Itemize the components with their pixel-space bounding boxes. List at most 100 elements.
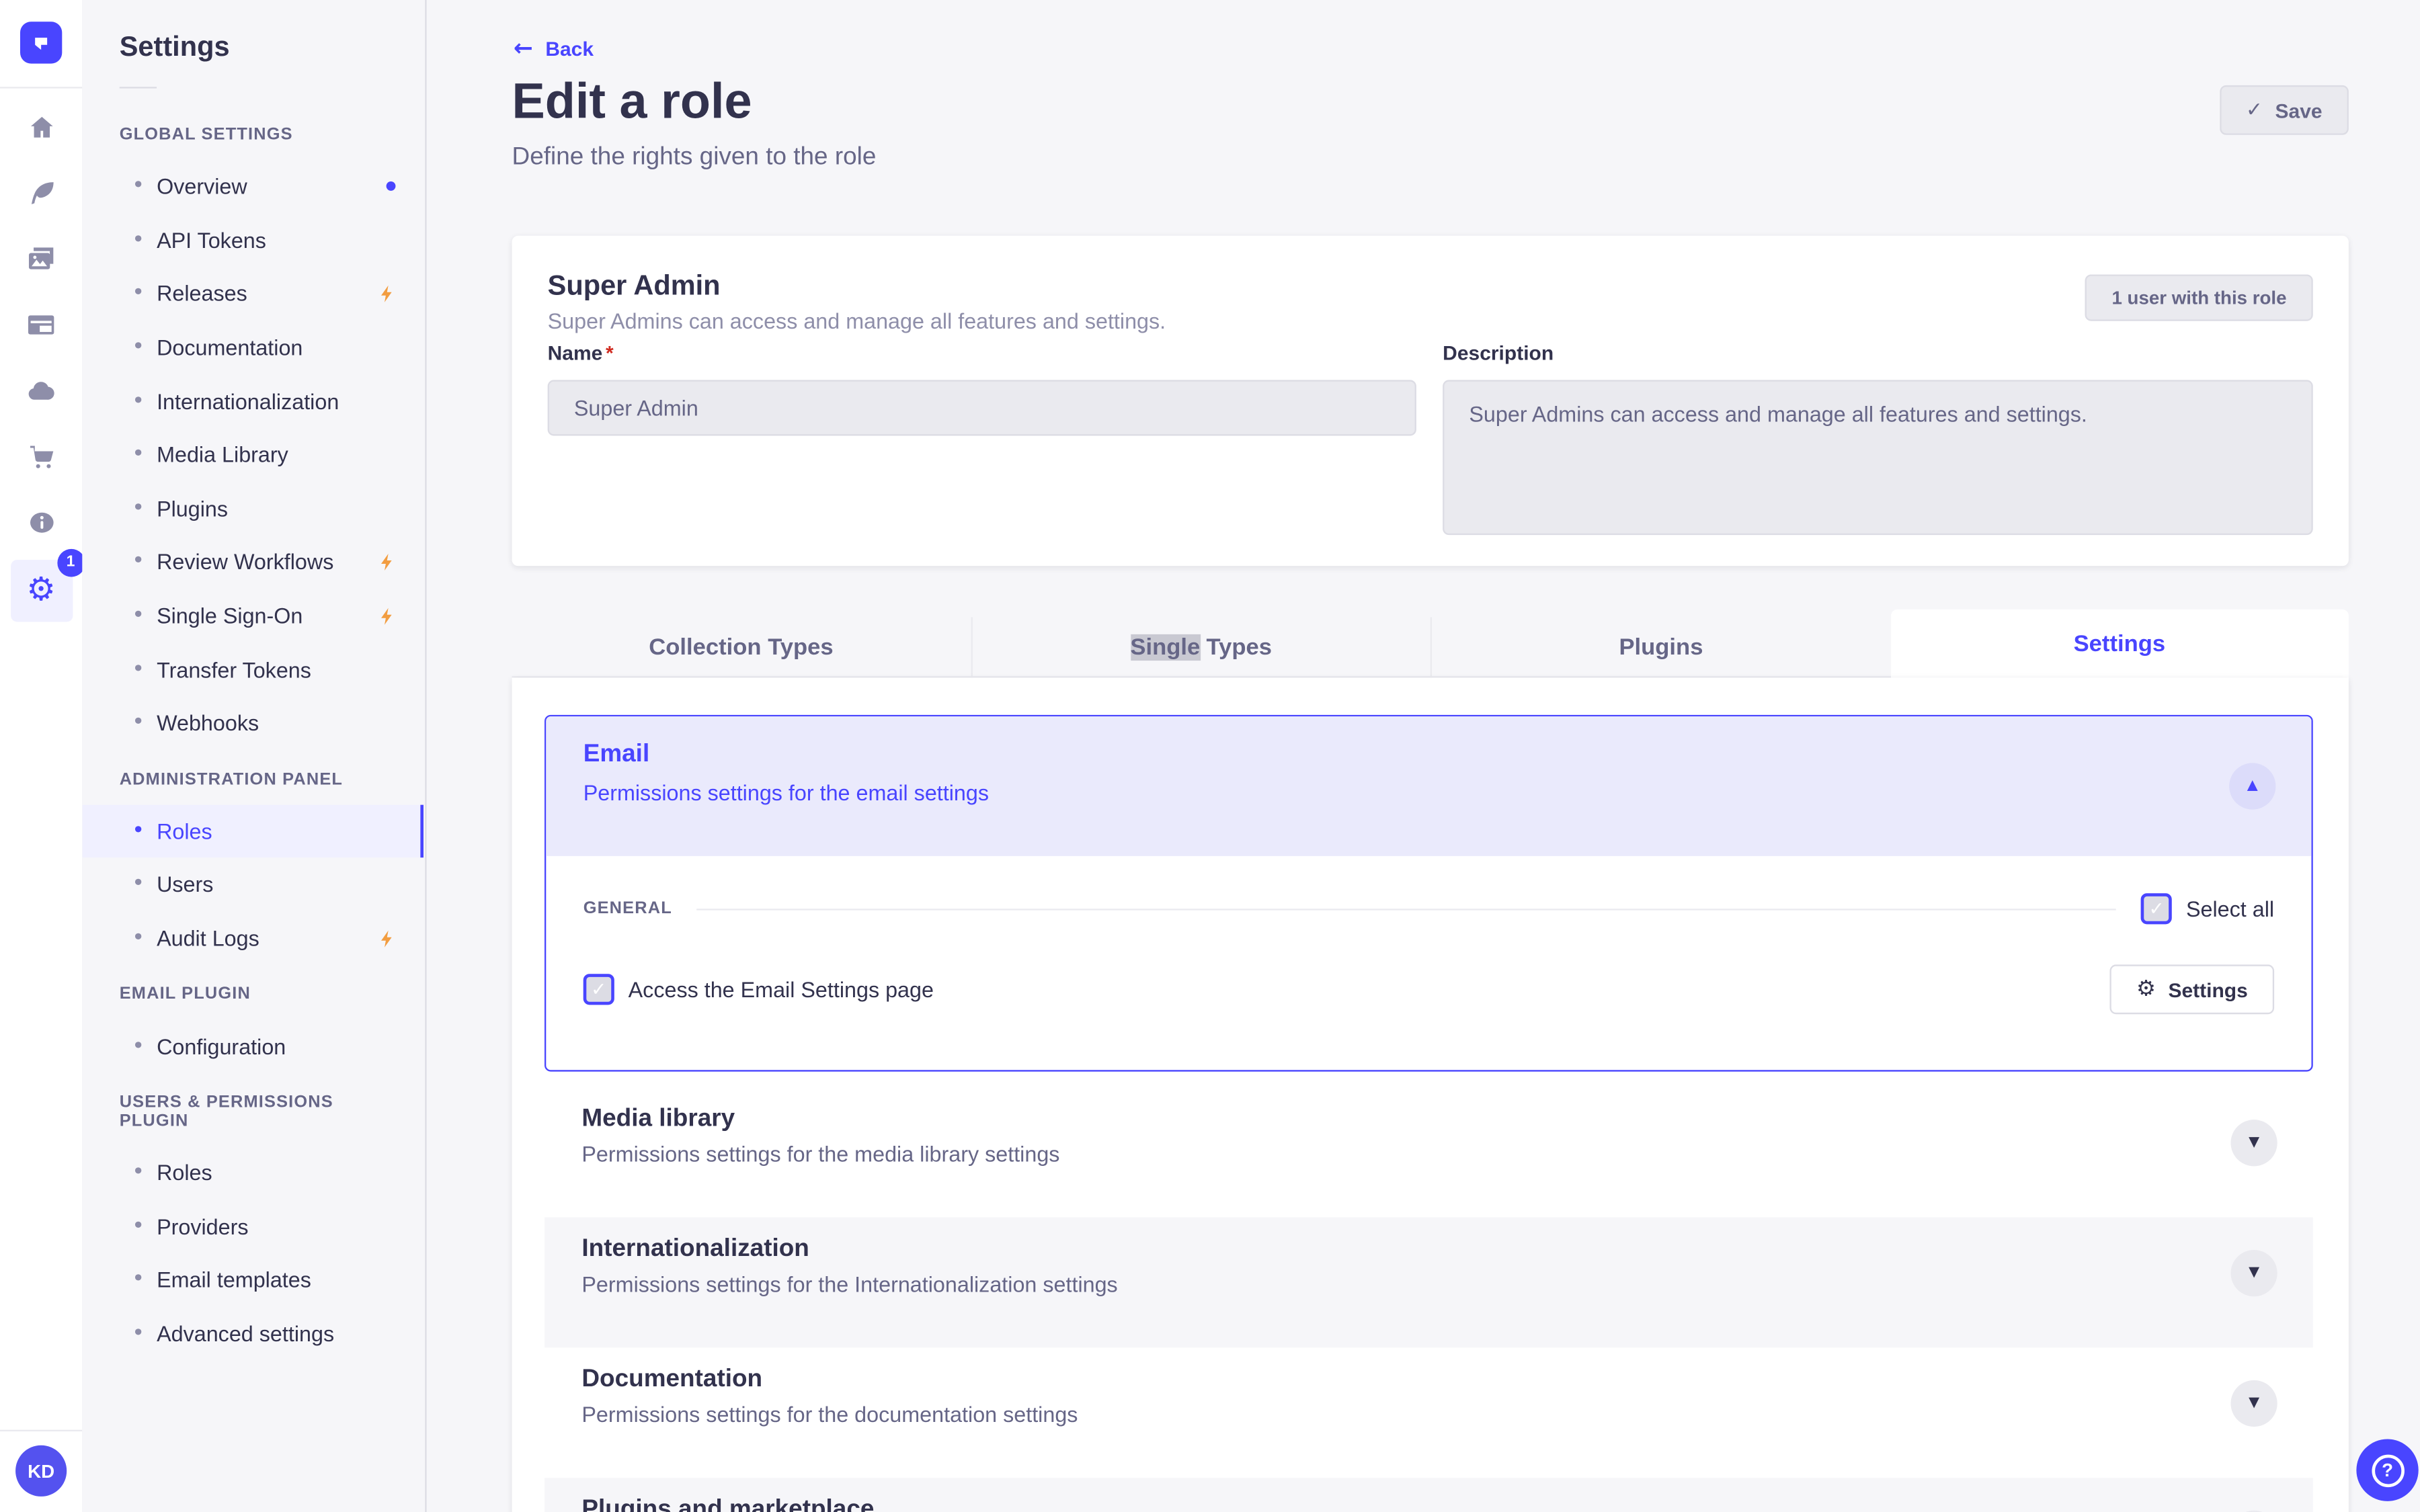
name-input[interactable]: Super Admin xyxy=(547,380,1416,436)
sidebar-item-internationalization[interactable]: • Internationalization xyxy=(82,374,424,428)
accordion-subtitle: Permissions settings for the media libra… xyxy=(581,1141,1060,1167)
role-description-text: Super Admins can access and manage all f… xyxy=(547,308,1166,334)
chevron-down-icon: ▼ xyxy=(2249,1394,2260,1411)
sidebar-item-label: Internationalization xyxy=(157,388,339,414)
sidebar-section-label: GLOBAL SETTINGS xyxy=(119,125,293,144)
sidebar-item-label: Providers xyxy=(157,1214,249,1239)
user-avatar[interactable]: KD xyxy=(15,1445,67,1497)
sidebar-item-overview[interactable]: • Overview xyxy=(82,160,424,214)
sidebar-item-label: Transfer Tokens xyxy=(157,657,311,682)
users-with-role-button[interactable]: 1 user with this role xyxy=(2085,274,2313,321)
main-nav-strip: ⚙ 1 KD xyxy=(0,0,85,1512)
expand-accordion-button[interactable]: ▼ xyxy=(2230,1380,2277,1427)
strapi-logo[interactable] xyxy=(20,22,63,64)
chevron-up-icon: ▲ xyxy=(2247,778,2258,794)
tab-collection-types[interactable]: Collection Types xyxy=(512,617,971,678)
access-email-settings-checkbox[interactable]: ✓ xyxy=(583,974,614,1005)
sidebar-item-advanced-settings[interactable]: • Advanced settings xyxy=(82,1307,424,1361)
marketplace-cart-icon[interactable] xyxy=(0,424,82,490)
notifications-badge: 1 xyxy=(56,548,85,577)
permission-settings-button[interactable]: ⚙ Settings xyxy=(2109,964,2275,1015)
sidebar-item-label: Audit Logs xyxy=(157,925,259,951)
expand-accordion-button[interactable]: ▼ xyxy=(2230,1250,2277,1297)
sidebar-item-roles[interactable]: • Roles xyxy=(82,804,424,858)
information-icon[interactable] xyxy=(0,490,82,556)
sidebar-item-plugins[interactable]: • Plugins xyxy=(82,482,424,536)
sidebar-title: Settings xyxy=(119,31,230,62)
home-icon[interactable] xyxy=(0,95,82,161)
expand-accordion-button[interactable]: ▼ xyxy=(2230,1120,2277,1167)
sidebar-item-configuration[interactable]: • Configuration xyxy=(82,1019,424,1073)
description-textarea[interactable]: Super Admins can access and manage all f… xyxy=(1443,380,2313,536)
tab-settings[interactable]: Settings xyxy=(1890,609,2349,678)
settings-sidebar: Settings GLOBAL SETTINGS • Overview • API To… xyxy=(82,0,427,1512)
sidebar-item-review-workflows[interactable]: • Review Workflows xyxy=(82,536,424,589)
permission-label: Access the Email Settings page xyxy=(628,976,934,1002)
sidebar-item-email-templates[interactable]: • Email templates xyxy=(82,1253,424,1307)
bullet-icon: • xyxy=(132,1214,145,1239)
sidebar-item-documentation[interactable]: • Documentation xyxy=(82,321,424,374)
sidebar-item-webhooks[interactable]: • Webhooks xyxy=(82,696,424,750)
bullet-icon: • xyxy=(132,818,145,843)
sidebar-sections: GLOBAL SETTINGS • Overview • API Tokens • Rele… xyxy=(82,106,424,1361)
sidebar-item-roles[interactable]: • Roles xyxy=(82,1146,424,1200)
back-label: Back xyxy=(545,37,594,60)
tab-single-types[interactable]: Single Types xyxy=(970,617,1430,678)
sidebar-item-label: Email templates xyxy=(157,1267,311,1293)
sidebar-item-label: Documentation xyxy=(157,335,303,360)
accordion-title: Email xyxy=(583,741,650,768)
permission-accordion-internationalization[interactable]: Internationalization Permissions settings… xyxy=(544,1217,2313,1348)
bullet-icon: • xyxy=(132,388,145,414)
general-section-label: GENERAL xyxy=(583,899,672,919)
sidebar-item-users[interactable]: • Users xyxy=(82,857,424,911)
email-accordion-header[interactable]: Email Permissions settings for the email… xyxy=(546,716,2312,856)
bullet-icon: • xyxy=(132,227,145,253)
settings-tab-panel: Email Permissions settings for the email… xyxy=(512,677,2349,1512)
sidebar-item-releases[interactable]: • Releases xyxy=(82,267,424,321)
sidebar-item-label: Roles xyxy=(157,1160,212,1185)
required-asterisk: * xyxy=(605,341,614,365)
main-content: ← Back Edit a role Define the rights giv… xyxy=(426,0,2420,1512)
sidebar-item-label: Releases xyxy=(157,281,247,306)
help-button[interactable]: ? xyxy=(2356,1439,2419,1501)
page-title: Edit a role xyxy=(512,73,752,129)
sidebar-item-label: Users xyxy=(157,872,214,897)
sidebar-item-single-sign-on[interactable]: • Single Sign-On xyxy=(82,589,424,642)
back-link[interactable]: ← Back xyxy=(514,36,594,60)
sidebar-item-label: Advanced settings xyxy=(157,1321,335,1347)
bullet-icon: • xyxy=(132,442,145,468)
bullet-icon: • xyxy=(132,657,145,682)
permission-rows: Media library Permissions settings for th… xyxy=(544,1087,2313,1512)
sidebar-item-api-tokens[interactable]: • API Tokens xyxy=(82,214,424,267)
page-subtitle: Define the rights given to the role xyxy=(512,144,877,171)
lightning-icon xyxy=(377,284,397,304)
content-type-builder-icon[interactable] xyxy=(0,161,82,226)
sidebar-item-providers[interactable]: • Providers xyxy=(82,1200,424,1253)
sidebar-item-audit-logs[interactable]: • Audit Logs xyxy=(82,911,424,965)
media-library-icon[interactable] xyxy=(0,226,82,292)
sidebar-item-label: Media Library xyxy=(157,442,288,468)
save-button[interactable]: ✓ Save xyxy=(2219,85,2349,135)
deploy-cloud-icon[interactable] xyxy=(0,358,82,424)
bullet-icon: • xyxy=(132,710,145,736)
sidebar-item-media-library[interactable]: • Media Library xyxy=(82,428,424,482)
nav-icon-list: ⚙ 1 xyxy=(0,95,85,622)
settings-nav-button[interactable]: ⚙ 1 xyxy=(10,548,85,622)
collapse-accordion-button[interactable]: ▲ xyxy=(2229,763,2276,810)
accordion-subtitle: Permissions settings for the documentati… xyxy=(581,1402,1078,1427)
selected-text: Single xyxy=(1130,633,1201,660)
content-manager-icon[interactable] xyxy=(0,292,82,358)
tab-plugins[interactable]: Plugins xyxy=(1430,617,1890,678)
permission-accordion-plugins-and-marketplace[interactable]: Plugins and marketplace▼ xyxy=(544,1478,2313,1512)
permission-accordion-media-library[interactable]: Media library Permissions settings for th… xyxy=(544,1087,2313,1218)
check-icon: ✓ xyxy=(591,978,607,1001)
accordion-title: Media library xyxy=(581,1105,735,1132)
lightning-icon xyxy=(377,928,397,948)
permission-accordion-documentation[interactable]: Documentation Permissions settings for th… xyxy=(544,1347,2313,1478)
accordion-subtitle: Permissions settings for the email setti… xyxy=(583,780,990,805)
select-all-checkbox[interactable]: ✓ xyxy=(2141,893,2173,925)
sidebar-item-transfer-tokens[interactable]: • Transfer Tokens xyxy=(82,642,424,696)
sidebar-item-label: Overview xyxy=(157,174,247,200)
description-field-label: Description xyxy=(1443,341,1554,365)
sidebar-section-label: USERS & PERMISSIONS PLUGIN xyxy=(119,1093,333,1131)
